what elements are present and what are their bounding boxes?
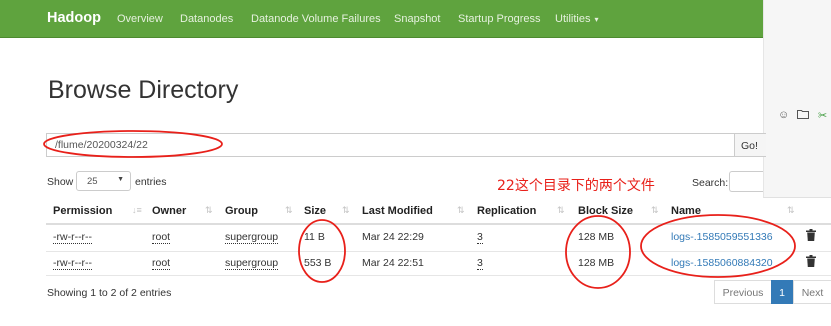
folder-icon[interactable] bbox=[797, 109, 809, 122]
column-header-size[interactable]: Size bbox=[304, 205, 326, 217]
column-header-group[interactable]: Group bbox=[225, 205, 258, 217]
last-modified-cell: Mar 24 22:51 bbox=[362, 257, 424, 269]
chevron-down-icon: ▾ bbox=[594, 15, 599, 24]
table-header-divider bbox=[46, 223, 831, 225]
size-cell: 11 B bbox=[304, 231, 325, 243]
group-cell[interactable]: supergroup bbox=[225, 257, 279, 270]
last-modified-cell: Mar 24 22:29 bbox=[362, 231, 424, 243]
column-header-name[interactable]: Name bbox=[671, 205, 701, 217]
nav-utilities-label: Utilities bbox=[555, 13, 591, 25]
sort-icon: ⇅ bbox=[457, 205, 465, 215]
nav-overview[interactable]: Overview bbox=[117, 13, 163, 25]
nav-utilities[interactable]: Utilities ▾ bbox=[555, 13, 598, 25]
trash-icon[interactable] bbox=[806, 255, 816, 270]
row-divider bbox=[46, 251, 831, 252]
search-input[interactable] bbox=[729, 171, 763, 192]
entries-per-page-select[interactable]: 25 ▼ bbox=[76, 171, 131, 191]
column-header-replication[interactable]: Replication bbox=[477, 205, 536, 217]
annotation-circle-block-size bbox=[565, 215, 631, 289]
annotation-text: 22这个目录下的两个文件 bbox=[497, 178, 655, 194]
brand-logo[interactable]: Hadoop bbox=[47, 10, 101, 26]
file-name-link[interactable]: logs-.1585060884320 bbox=[671, 257, 773, 269]
directory-path-input[interactable] bbox=[46, 133, 734, 157]
annotation-circles bbox=[43, 130, 796, 289]
block-size-cell: 128 MB bbox=[578, 257, 615, 269]
owner-cell[interactable]: root bbox=[152, 257, 171, 270]
show-label: Show bbox=[47, 176, 74, 188]
sort-icon: ⇅ bbox=[342, 205, 350, 215]
sort-icon: ⇅ bbox=[285, 205, 293, 215]
column-header-block-size[interactable]: Block Size bbox=[578, 205, 633, 217]
nav-datanodes[interactable]: Datanodes bbox=[180, 13, 233, 25]
pagination-page-1[interactable]: 1 bbox=[771, 280, 793, 304]
pagination-next[interactable]: Next bbox=[793, 280, 831, 304]
side-panel: ☺ ✂ bbox=[763, 0, 831, 198]
size-cell: 553 B bbox=[304, 257, 332, 269]
sort-icon: ⇅ bbox=[557, 205, 565, 215]
nav-snapshot[interactable]: Snapshot bbox=[394, 13, 440, 25]
chevron-down-icon: ▼ bbox=[117, 176, 124, 183]
sort-icon: ⇅ bbox=[651, 205, 659, 215]
nav-datanode-volume-failures[interactable]: Datanode Volume Failures bbox=[251, 13, 381, 25]
entries-label: entries bbox=[135, 176, 167, 188]
trash-icon[interactable] bbox=[806, 229, 816, 244]
replication-cell[interactable]: 3 bbox=[477, 231, 483, 244]
table-info: Showing 1 to 2 of 2 entries bbox=[47, 287, 172, 299]
column-header-permission[interactable]: Permission bbox=[53, 205, 112, 217]
smiley-icon[interactable]: ☺ bbox=[778, 109, 789, 121]
permission-cell[interactable]: -rw-r--r-- bbox=[53, 231, 93, 244]
owner-cell[interactable]: root bbox=[152, 231, 171, 244]
sort-asc-icon: ↓≡ bbox=[132, 205, 142, 215]
scissors-icon[interactable]: ✂ bbox=[818, 109, 827, 122]
row-divider bbox=[46, 275, 831, 276]
entries-per-page-value: 25 bbox=[87, 176, 98, 187]
column-header-owner[interactable]: Owner bbox=[152, 205, 186, 217]
pagination-previous[interactable]: Previous bbox=[714, 280, 772, 304]
sort-icon: ⇅ bbox=[205, 205, 213, 215]
go-button[interactable]: Go! bbox=[734, 133, 766, 157]
group-cell[interactable]: supergroup bbox=[225, 231, 279, 244]
file-name-link[interactable]: logs-.1585059551336 bbox=[671, 231, 773, 243]
replication-cell[interactable]: 3 bbox=[477, 257, 483, 270]
top-navbar: Hadoop Overview Datanodes Datanode Volum… bbox=[0, 0, 763, 38]
permission-cell[interactable]: -rw-r--r-- bbox=[53, 257, 93, 270]
block-size-cell: 128 MB bbox=[578, 231, 615, 243]
column-header-last-modified[interactable]: Last Modified bbox=[362, 205, 433, 217]
sort-icon: ⇅ bbox=[787, 205, 795, 215]
nav-startup-progress[interactable]: Startup Progress bbox=[458, 13, 541, 25]
search-label: Search: bbox=[692, 177, 729, 189]
page-title: Browse Directory bbox=[48, 76, 239, 104]
